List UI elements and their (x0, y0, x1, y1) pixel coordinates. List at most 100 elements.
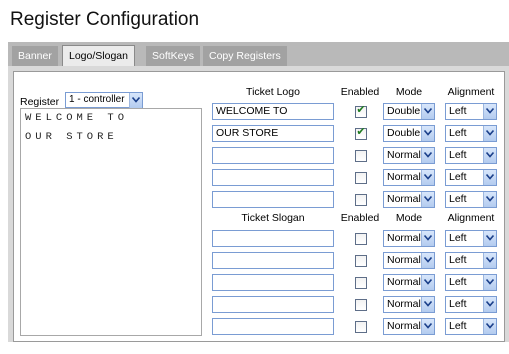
register-label: Register (20, 96, 60, 108)
chevron-down-icon[interactable] (483, 275, 496, 290)
chevron-down-icon[interactable] (421, 319, 434, 334)
chevron-down-icon[interactable] (483, 148, 496, 163)
slogan-alignment-select[interactable]: Left (445, 274, 497, 291)
alignment-value: Left (449, 254, 467, 266)
chevron-down-icon[interactable] (483, 253, 496, 268)
mode-value: Double (387, 127, 421, 139)
logo-mode-select[interactable]: Normal (383, 147, 435, 164)
chevron-down-icon[interactable] (421, 231, 434, 246)
mode-value: Normal (387, 149, 421, 161)
slogan-enabled-checkbox[interactable] (355, 255, 367, 267)
preview-line: WELCOME TO (25, 112, 129, 124)
logo-text-input[interactable]: WELCOME TO (212, 103, 334, 120)
logo-alignment-header: Alignment (447, 86, 495, 98)
register-select[interactable]: 1 - controller (65, 92, 143, 108)
chevron-down-icon[interactable] (483, 170, 496, 185)
page-title: Register Configuration (10, 9, 200, 30)
tab-copy-registers[interactable]: Copy Registers (203, 46, 287, 66)
logo-alignment-select[interactable]: Left (445, 191, 497, 208)
logo-mode-select[interactable]: Normal (383, 191, 435, 208)
mode-value: Normal (387, 193, 421, 205)
slogan-text-input[interactable] (212, 230, 334, 247)
mode-value: Normal (387, 320, 421, 332)
alignment-value: Left (449, 193, 467, 205)
slogan-mode-select[interactable]: Normal (383, 252, 435, 269)
chevron-down-icon[interactable] (421, 253, 434, 268)
alignment-value: Left (449, 320, 467, 332)
logo-enabled-checkbox[interactable]: ✔ (355, 126, 367, 140)
chevron-down-icon[interactable] (421, 170, 434, 185)
logo-alignment-select[interactable]: Left (445, 169, 497, 186)
check-icon: ✔ (356, 126, 366, 138)
alignment-value: Left (449, 171, 467, 183)
tab-bar: Banner Logo/Slogan SoftKeys Copy Registe… (8, 42, 509, 66)
logo-text-input[interactable] (212, 147, 334, 164)
alignment-value: Left (449, 232, 467, 244)
slogan-text-input[interactable] (212, 274, 334, 291)
alignment-value: Left (449, 127, 467, 139)
ticket-preview: WELCOME TO OUR STORE (20, 108, 202, 336)
slogan-enabled-checkbox[interactable] (355, 277, 367, 289)
slogan-text-input[interactable] (212, 318, 334, 335)
alignment-value: Left (449, 298, 467, 310)
chevron-down-icon[interactable] (421, 275, 434, 290)
chevron-down-icon[interactable] (483, 319, 496, 334)
alignment-value: Left (449, 276, 467, 288)
register-configuration-window: Register Configuration Banner Logo/Sloga… (0, 0, 509, 354)
mode-value: Normal (387, 298, 421, 310)
tab-banner[interactable]: Banner (12, 46, 58, 66)
mode-value: Normal (387, 171, 421, 183)
chevron-down-icon[interactable] (483, 104, 496, 119)
slogan-alignment-select[interactable]: Left (445, 296, 497, 313)
logo-enabled-checkbox[interactable] (355, 172, 367, 184)
slogan-enabled-checkbox[interactable] (355, 233, 367, 245)
slogan-mode-select[interactable]: Normal (383, 296, 435, 313)
chevron-down-icon[interactable] (129, 93, 142, 108)
tab-softkeys[interactable]: SoftKeys (146, 46, 201, 66)
slogan-enabled-checkbox[interactable] (355, 299, 367, 311)
slogan-alignment-header: Alignment (447, 212, 495, 224)
logo-alignment-select[interactable]: Left (445, 147, 497, 164)
tab-logo-slogan[interactable]: Logo/Slogan (62, 45, 135, 66)
chevron-down-icon[interactable] (421, 104, 434, 119)
logo-enabled-header: Enabled (340, 86, 380, 98)
logo-mode-select[interactable]: Double (383, 103, 435, 120)
logo-enabled-checkbox[interactable] (355, 150, 367, 162)
logo-enabled-checkbox[interactable]: ✔ (355, 104, 367, 118)
mode-value: Normal (387, 276, 421, 288)
logo-mode-select[interactable]: Normal (383, 169, 435, 186)
slogan-alignment-select[interactable]: Left (445, 252, 497, 269)
chevron-down-icon[interactable] (421, 148, 434, 163)
slogan-enabled-checkbox[interactable] (355, 321, 367, 333)
logo-enabled-checkbox[interactable] (355, 194, 367, 206)
logo-alignment-select[interactable]: Left (445, 125, 497, 142)
slogan-alignment-select[interactable]: Left (445, 318, 497, 335)
logo-text-input[interactable] (212, 169, 334, 186)
slogan-mode-select[interactable]: Normal (383, 274, 435, 291)
slogan-mode-select[interactable]: Normal (383, 230, 435, 247)
ticket-logo-header: Ticket Logo (246, 86, 300, 98)
chevron-down-icon[interactable] (483, 192, 496, 207)
alignment-value: Left (449, 149, 467, 161)
chevron-down-icon[interactable] (483, 297, 496, 312)
register-select-value: 1 - controller (69, 94, 125, 105)
logo-text-input[interactable] (212, 191, 334, 208)
slogan-alignment-select[interactable]: Left (445, 230, 497, 247)
chevron-down-icon[interactable] (483, 231, 496, 246)
slogan-text-input[interactable] (212, 252, 334, 269)
preview-line: OUR STORE (25, 131, 118, 143)
logo-alignment-select[interactable]: Left (445, 103, 497, 120)
mode-value: Normal (387, 254, 421, 266)
slogan-mode-select[interactable]: Normal (383, 318, 435, 335)
logo-mode-select[interactable]: Double (383, 125, 435, 142)
slogan-text-input[interactable] (212, 296, 334, 313)
logo-mode-header: Mode (395, 86, 423, 98)
chevron-down-icon[interactable] (421, 126, 434, 141)
chevron-down-icon[interactable] (421, 192, 434, 207)
chevron-down-icon[interactable] (483, 126, 496, 141)
check-icon: ✔ (356, 104, 366, 116)
chevron-down-icon[interactable] (421, 297, 434, 312)
slogan-mode-header: Mode (395, 212, 423, 224)
slogan-enabled-header: Enabled (340, 212, 380, 224)
logo-text-input[interactable]: OUR STORE (212, 125, 334, 142)
